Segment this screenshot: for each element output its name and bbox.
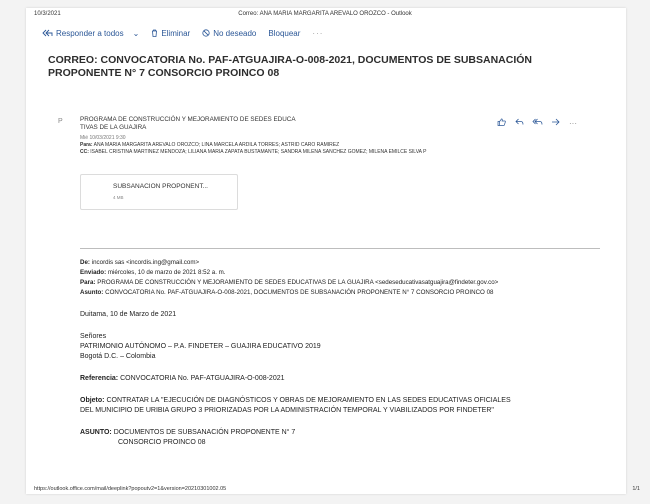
objeto-line-1: CONTRATAR LA "EJECUCIÓN DE DIAGNÓSTICOS … — [106, 397, 511, 404]
sent-line: Enviado: miércoles, 10 de marzo de 2021 … — [80, 268, 605, 278]
print-title: Correo: ANA MARIA MARGARITA AREVALO OROZ… — [238, 11, 412, 17]
junk-button[interactable]: No deseado — [202, 29, 256, 38]
sender-line-2: TIVAS DE LA GUAJIRA — [80, 124, 147, 131]
from-line: De: incordis sas <incordis.ing@gmail.com… — [80, 258, 605, 268]
subject-line-label: Asunto: — [80, 289, 104, 296]
to-line: Para: PROGRAMA DE CONSTRUCCIÓN Y MEJORAM… — [80, 278, 605, 288]
junk-label: No deseado — [213, 28, 257, 38]
objeto-label: Objeto: — [80, 397, 105, 404]
toolbar: Responder a todos ⌄ Eliminar No deseado … — [42, 26, 323, 40]
referencia: Referencia: CONVOCATORIA No. PAF-ATGUAJI… — [80, 374, 605, 384]
like-icon[interactable] — [496, 118, 506, 128]
message-body: De: incordis sas <incordis.ing@gmail.com… — [80, 258, 605, 448]
cc-label: CC: — [80, 149, 89, 155]
bogota: Bogotá D.C. – Colombia — [80, 353, 156, 360]
email-subject: CORREO: CONVOCATORIA No. PAF-ATGUAJIRA-O… — [48, 54, 533, 79]
sent-value: miércoles, 10 de marzo de 2021 8:52 a. m… — [107, 269, 226, 276]
reply-icon[interactable] — [514, 118, 524, 128]
attachment-card[interactable]: SUBSANACION PROPONENT... 4 MB — [80, 174, 238, 210]
print-url: https://outlook.office.com/mail/deeplink… — [34, 486, 227, 492]
subject-line-value: CONVOCATORIA No. PAF-ATGUAJIRA-O-008-202… — [105, 289, 494, 296]
from-value: incordis sas <incordis.ing@gmail.com> — [91, 259, 200, 266]
reply-all-button[interactable]: Responder a todos ⌄ — [42, 29, 139, 38]
sender-name[interactable]: PROGRAMA DE CONSTRUCCIÓN Y MEJORAMIENTO … — [80, 116, 370, 132]
addressee-block: Señores PATRIMONIO AUTÓNOMO – P.A. FINDE… — [80, 332, 605, 362]
senores: Señores — [80, 333, 107, 340]
more-actions-icon[interactable]: ··· — [568, 119, 578, 128]
forward-icon[interactable] — [550, 118, 560, 128]
more-options-icon[interactable]: ··· — [312, 29, 323, 38]
asunto-block: ASUNTO: DOCUMENTOS DE SUBSANACIÓN PROPON… — [80, 428, 605, 448]
message-actions: ··· — [496, 118, 578, 128]
delete-button[interactable]: Eliminar — [151, 29, 190, 38]
subject-line: Asunto: CONVOCATORIA No. PAF-ATGUAJIRA-O… — [80, 288, 605, 298]
patrimonio: PATRIMONIO AUTÓNOMO – P.A. FINDETER – GU… — [80, 343, 321, 350]
from-label: De: — [80, 259, 90, 266]
block-label: Bloquear — [268, 28, 301, 38]
block-button[interactable]: Bloquear — [268, 29, 300, 38]
trash-icon — [152, 29, 158, 37]
asunto-line-1: DOCUMENTOS DE SUBSANACIÓN PROPONENTE N° … — [113, 429, 296, 436]
quoted-divider — [80, 248, 600, 249]
referencia-label: Referencia: — [80, 375, 119, 382]
cc-value: ISABEL CRISTINA MARTINEZ MENDOZA; LILIAN… — [90, 149, 427, 155]
reply-all-icon — [42, 29, 53, 37]
to-label: Para: — [80, 142, 93, 148]
objeto: Objeto: CONTRATAR LA "EJECUCIÓN DE DIAGN… — [80, 396, 605, 416]
avatar: P — [58, 118, 63, 125]
delete-label: Eliminar — [161, 28, 191, 38]
chevron-down-icon[interactable]: ⌄ — [133, 29, 140, 38]
to-recipients: Para: ANA MARIA MARGARITA AREVALO OROZCO… — [80, 142, 339, 148]
asunto-line-2: CONSORCIO PROINCO 08 — [118, 439, 206, 446]
asunto-label: ASUNTO: — [80, 429, 112, 436]
city-date: Duitama, 10 de Marzo de 2021 — [80, 311, 177, 318]
message-date: Mié 10/03/2021 9:30 — [80, 135, 126, 141]
print-page-number: 1/1 — [632, 486, 640, 492]
reply-all-icon[interactable] — [532, 118, 543, 128]
referencia-value: CONVOCATORIA No. PAF-ATGUAJIRA-O-008-202… — [120, 375, 285, 382]
sent-label: Enviado: — [80, 269, 107, 276]
to-line-value: PROGRAMA DE CONSTRUCCIÓN Y MEJORAMIENTO … — [97, 279, 499, 286]
sender-line-1: PROGRAMA DE CONSTRUCCIÓN Y MEJORAMIENTO … — [80, 116, 296, 123]
attachment-size: 4 MB — [113, 195, 124, 200]
reply-all-label: Responder a todos — [56, 28, 124, 38]
cc-recipients: CC: ISABEL CRISTINA MARTINEZ MENDOZA; LI… — [80, 149, 426, 155]
to-value: ANA MARIA MARGARITA AREVALO OROZCO; LINA… — [93, 142, 340, 148]
attachment-name: SUBSANACION PROPONENT... — [113, 183, 208, 190]
to-line-label: Para: — [80, 279, 96, 286]
objeto-line-2: DEL MUNICIPIO DE URIBIA GRUPO 3 PRIORIZA… — [80, 407, 494, 414]
block-circle-icon — [202, 29, 210, 37]
